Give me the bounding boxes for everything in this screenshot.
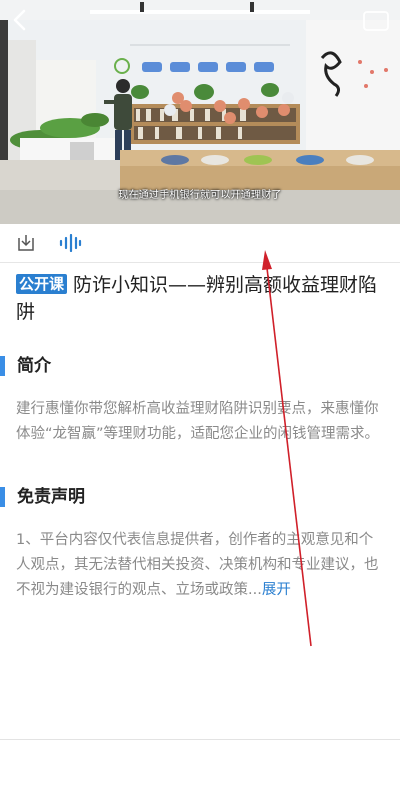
audio-wave-icon[interactable] bbox=[58, 234, 82, 252]
intro-text: 建行惠懂你带您解析高收益理财陷阱识别要点，来惠懂你体验“龙智赢”等理财功能，适配… bbox=[16, 401, 380, 442]
video-subtitle: 现在通过手机银行就可以开通理财了 bbox=[118, 190, 282, 201]
disclaimer-text: 1、平台内容仅代表信息提供者，创作者的主观意见和个人观点，其无法替代相关投资、决… bbox=[16, 528, 384, 603]
chevron-left-icon[interactable] bbox=[6, 6, 34, 34]
course-badge: 公开课 bbox=[16, 274, 68, 294]
download-icon[interactable] bbox=[16, 233, 36, 253]
section-marker bbox=[0, 487, 5, 507]
media-toolbar bbox=[0, 224, 400, 263]
screen-icon[interactable] bbox=[362, 10, 390, 32]
expand-link[interactable]: 展开 bbox=[262, 582, 291, 598]
bottom-divider bbox=[0, 739, 400, 740]
page-title: 公开课 防诈小知识——辨别高额收益理财陷阱 bbox=[16, 272, 384, 326]
disclaimer-body: 1、平台内容仅代表信息提供者，创作者的主观意见和个人观点，其无法替代相关投资、决… bbox=[16, 532, 379, 598]
intro-heading-text: 简介 bbox=[17, 356, 51, 376]
title-text: 防诈小知识——辨别高额收益理财陷阱 bbox=[16, 274, 378, 323]
disclaimer-heading-text: 免责声明 bbox=[17, 487, 85, 507]
section-marker bbox=[0, 356, 5, 376]
video-player[interactable]: 现在通过手机银行就可以开通理财了 bbox=[0, 0, 400, 224]
